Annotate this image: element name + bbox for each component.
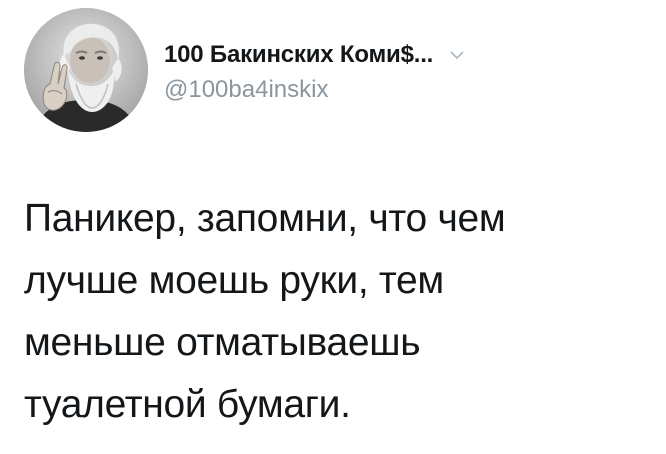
display-name[interactable]: 100 Бакинских Коми$... xyxy=(164,41,433,69)
tweet-card: 100 Бакинских Коми$... @100ba4inskix Пан… xyxy=(0,0,666,454)
user-handle[interactable]: @100ba4inskix xyxy=(164,76,644,104)
tweet-text: Паникер, запомни, что чем лучше моешь ру… xyxy=(24,197,506,426)
bearded-man-avatar-icon xyxy=(24,8,148,132)
user-info: 100 Бакинских Коми$... @100ba4inskix xyxy=(164,38,644,104)
chevron-down-icon[interactable] xyxy=(449,47,465,63)
avatar[interactable] xyxy=(24,8,148,132)
name-row: 100 Бакинских Коми$... xyxy=(164,38,644,72)
